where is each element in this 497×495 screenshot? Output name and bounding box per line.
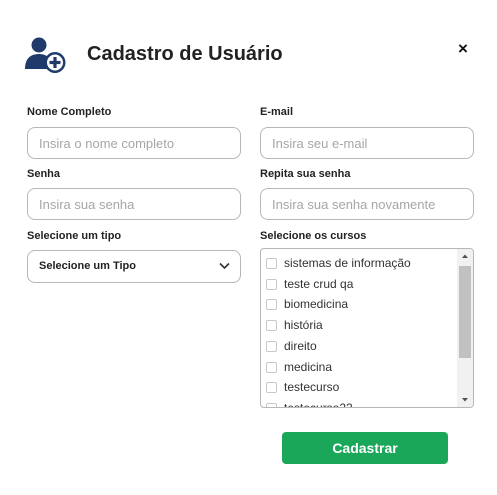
type-select-value: Selecione um Tipo [39,260,136,272]
course-label: direito [284,339,317,353]
course-item[interactable]: testecurso [266,379,456,397]
password-label: Senha [27,168,61,180]
modal-header: Cadastro de Usuário × [24,36,479,76]
password-confirm-input[interactable] [260,188,474,220]
course-checkbox[interactable] [266,279,277,290]
courses-scrollbar[interactable] [457,249,473,407]
course-checkbox[interactable] [266,299,277,310]
email-label: E-mail [260,106,294,118]
full-name-label: Nome Completo [27,106,112,118]
course-item[interactable]: teste crud qa [266,276,456,294]
course-item[interactable]: testecurso22 [266,400,456,408]
scroll-down-arrow-icon[interactable] [457,393,473,407]
course-checkbox[interactable] [266,320,277,331]
course-label: teste crud qa [284,277,354,291]
user-add-icon [25,37,66,73]
chevron-down-icon [219,262,230,270]
course-label: testecurso22 [284,401,353,408]
full-name-input[interactable] [27,127,241,159]
course-label: medicina [284,360,333,374]
course-item[interactable]: direito [266,338,456,356]
course-label: biomedicina [284,297,349,311]
course-label: sistemas de informação [284,256,411,270]
course-item[interactable]: sistemas de informação [266,255,456,273]
course-item[interactable]: história [266,317,456,335]
scrollbar-thumb[interactable] [459,266,471,358]
course-checkbox[interactable] [266,341,277,352]
course-checkbox[interactable] [266,382,277,393]
register-button[interactable]: Cadastrar [282,432,448,464]
course-checkbox[interactable] [266,362,277,373]
course-label: testecurso [284,380,340,394]
course-item[interactable]: biomedicina [266,296,456,314]
password-input[interactable] [27,188,241,220]
type-label: Selecione um tipo [27,230,122,242]
type-select[interactable]: Selecione um Tipo [27,250,241,283]
close-icon[interactable]: × [458,40,468,57]
course-checkbox[interactable] [266,403,277,407]
modal-title: Cadastro de Usuário [87,43,283,65]
email-input[interactable] [260,127,474,159]
course-label: história [284,318,323,332]
courses-label: Selecione os cursos [260,230,367,242]
courses-listbox[interactable]: sistemas de informação teste crud qa bio… [260,248,474,408]
scroll-up-arrow-icon[interactable] [457,249,473,263]
course-item[interactable]: medicina [266,359,456,377]
course-checkbox[interactable] [266,258,277,269]
password-confirm-label: Repita sua senha [260,168,351,180]
